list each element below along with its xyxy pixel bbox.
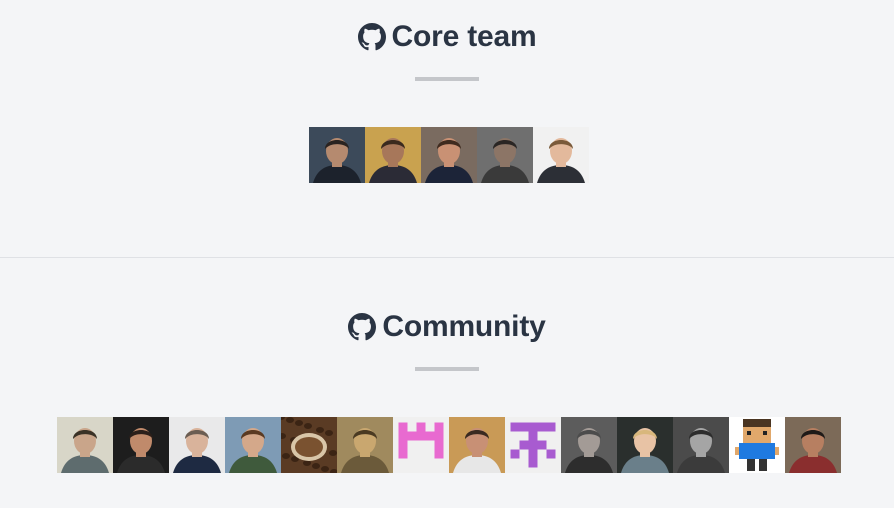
core-team-heading: Core team — [0, 20, 894, 54]
core-avatar-3[interactable] — [421, 127, 477, 183]
community-title: Community — [382, 310, 546, 343]
community-avatar-7[interactable] — [393, 417, 449, 473]
community-heading: Community — [0, 310, 894, 344]
community-avatar-14[interactable] — [785, 417, 841, 473]
community-avatars — [57, 417, 841, 473]
community-underline — [415, 367, 479, 371]
core-team-title: Core team — [391, 20, 537, 53]
community-avatar-5[interactable] — [281, 417, 337, 473]
community-avatar-2[interactable] — [113, 417, 169, 473]
core-avatar-4[interactable] — [477, 127, 533, 183]
community-avatar-8[interactable] — [449, 417, 505, 473]
core-avatar-2[interactable] — [365, 127, 421, 183]
community-avatar-9[interactable] — [505, 417, 561, 473]
community-avatar-13[interactable] — [729, 417, 785, 473]
github-icon — [357, 23, 386, 51]
github-icon — [348, 313, 377, 341]
community-avatar-4[interactable] — [225, 417, 281, 473]
core-avatar-5[interactable] — [533, 127, 589, 183]
community-avatar-1[interactable] — [57, 417, 113, 473]
core-team-section: Core team — [0, 0, 894, 257]
community-avatar-11[interactable] — [617, 417, 673, 473]
community-avatar-12[interactable] — [673, 417, 729, 473]
core-avatar-1[interactable] — [309, 127, 365, 183]
community-section: Community — [0, 258, 894, 508]
community-avatar-6[interactable] — [337, 417, 393, 473]
community-avatar-3[interactable] — [169, 417, 225, 473]
core-team-avatars — [309, 127, 589, 183]
community-avatar-10[interactable] — [561, 417, 617, 473]
core-team-underline — [415, 77, 479, 81]
